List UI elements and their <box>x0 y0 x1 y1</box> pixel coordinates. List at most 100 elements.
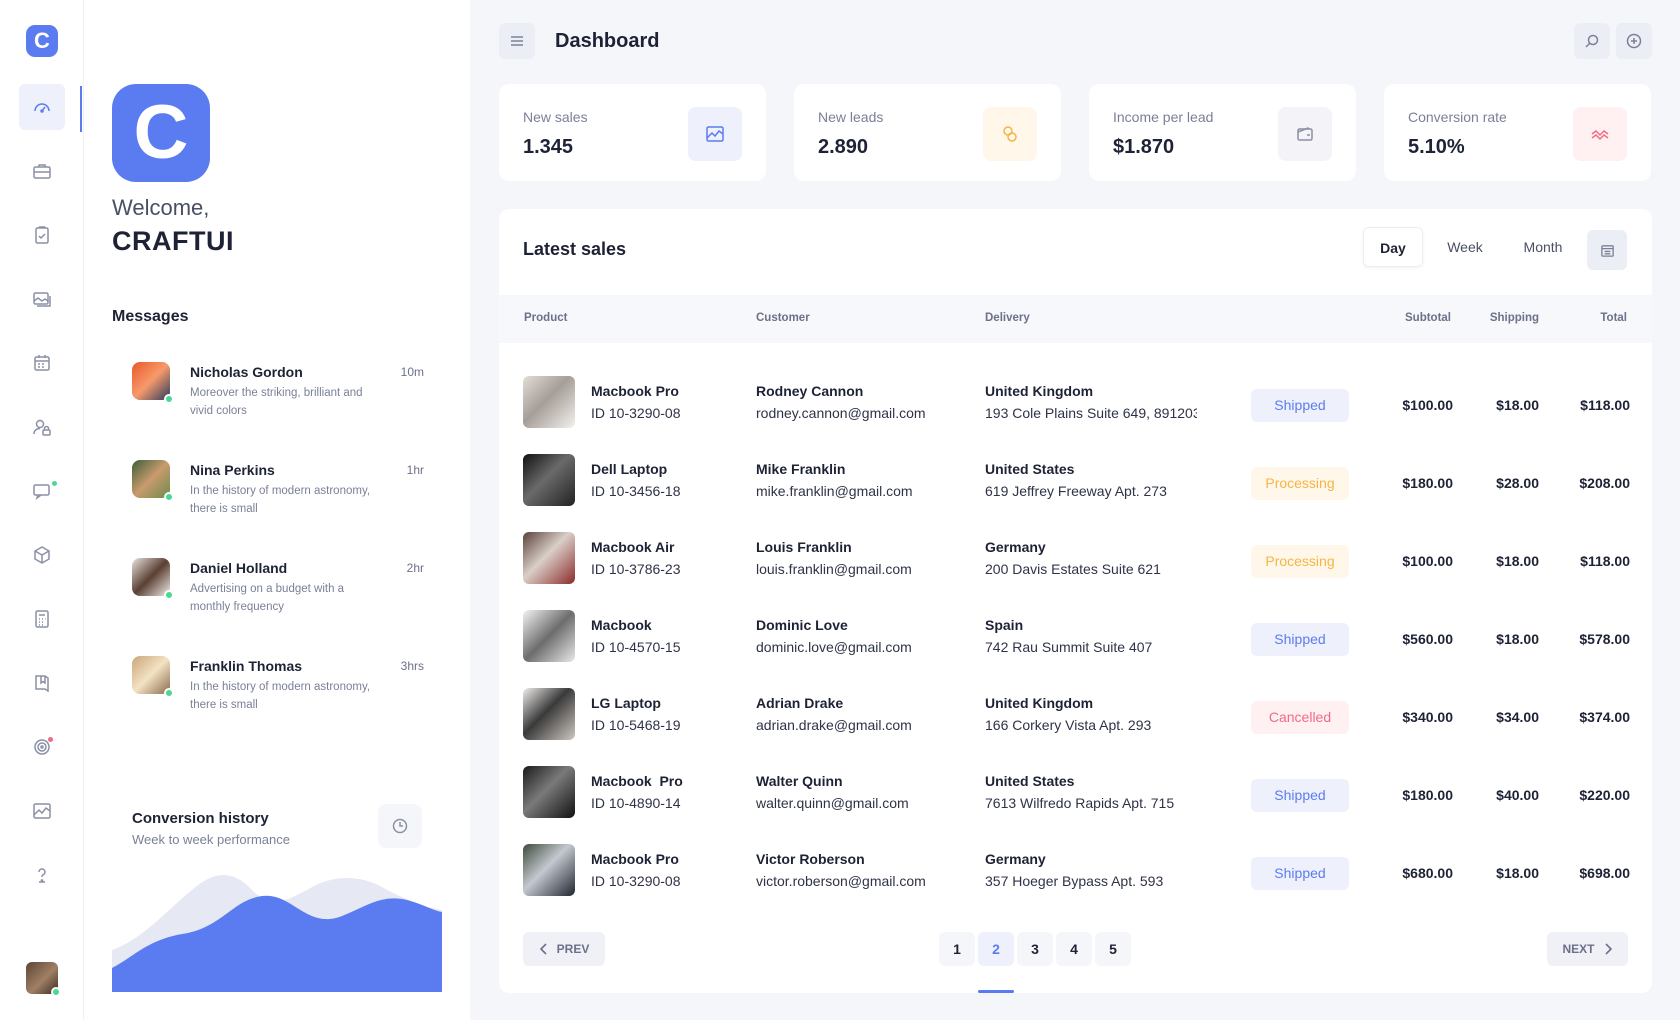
book-icon <box>35 675 49 693</box>
clock-icon <box>392 818 408 834</box>
page-button-4[interactable]: 4 <box>1056 932 1092 966</box>
column-header-product[interactable]: Product <box>524 312 567 324</box>
page-button-2[interactable]: 2 <box>978 932 1014 966</box>
date-picker-button[interactable] <box>1587 230 1627 270</box>
product-name: Macbook Pro <box>591 383 679 399</box>
add-button[interactable] <box>1616 23 1652 59</box>
period-tab-week[interactable]: Week <box>1433 227 1497 267</box>
table-row[interactable]: Dell Laptop ID 10-3456-18 Mike Franklin … <box>499 437 1652 515</box>
column-header-subtotal[interactable]: Subtotal <box>1405 312 1451 324</box>
column-header-delivery[interactable]: Delivery <box>985 312 1030 324</box>
stat-label: New leads <box>818 109 884 125</box>
page-button-3[interactable]: 3 <box>1017 932 1053 966</box>
stat-value: $1.870 <box>1113 136 1175 158</box>
conversion-history-chart <box>112 874 442 992</box>
table-row[interactable]: LG Laptop ID 10-5468-19 Adrian Drake adr… <box>499 671 1652 749</box>
message-item[interactable]: Nicholas Gordon 10m Moreover the strikin… <box>132 362 424 432</box>
message-item[interactable]: Nina Perkins 1hr In the history of moder… <box>132 460 424 530</box>
customer-email: walter.quinn@gmail.com <box>756 795 909 811</box>
total-value: $208.00 <box>1579 475 1630 491</box>
rail-item-analytics[interactable] <box>19 788 65 834</box>
gallery-icon <box>33 292 51 307</box>
rail-item-tasks[interactable] <box>19 212 65 258</box>
trend-icon <box>1591 130 1609 141</box>
chevron-right-icon <box>1604 943 1612 955</box>
rail-item-goals[interactable] <box>19 724 65 770</box>
stat-icon-box <box>1573 107 1627 161</box>
delivery-country: Germany <box>985 851 1046 867</box>
customer-email: adrian.drake@gmail.com <box>756 717 912 733</box>
stat-label: Income per lead <box>1113 109 1214 125</box>
rail-item-gallery[interactable] <box>19 276 65 322</box>
message-item[interactable]: Franklin Thomas 3hrs In the history of m… <box>132 656 424 726</box>
message-item[interactable]: Daniel Holland 2hr Advertising on a budg… <box>132 558 424 628</box>
delivery-address: 619 Jeffrey Freeway Apt. 273 <box>985 483 1167 499</box>
avatar <box>132 362 174 404</box>
table-row[interactable]: Macbook ID 10-4570-15 Dominic Love domin… <box>499 593 1652 671</box>
total-value: $698.00 <box>1579 865 1630 881</box>
customer-name: Mike Franklin <box>756 461 846 477</box>
table-row[interactable]: Macbook Pro ID 10-4890-14 Walter Quinn w… <box>499 749 1652 827</box>
rail-item-users[interactable] <box>19 404 65 450</box>
rail-item-products[interactable] <box>19 532 65 578</box>
menu-button[interactable] <box>499 23 535 59</box>
rail-item-docs[interactable] <box>19 660 65 706</box>
stat-card-conversion-rate: Conversion rate 5.10% <box>1384 84 1651 181</box>
stat-value: 5.10% <box>1408 136 1465 158</box>
period-tab-month[interactable]: Month <box>1503 227 1583 267</box>
delivery-address: 193 Cole Plains Suite 649, 891203 <box>985 405 1197 421</box>
period-tab-day[interactable]: Day <box>1363 227 1423 267</box>
online-status-dot <box>164 394 174 404</box>
calculator-icon <box>35 610 49 628</box>
goals-notification-dot <box>47 736 54 743</box>
search-button[interactable] <box>1574 23 1610 59</box>
shipping-value: $40.00 <box>1496 787 1539 803</box>
status-badge: Cancelled <box>1251 701 1349 734</box>
table-row[interactable]: Macbook Pro ID 10-3290-08 Victor Roberso… <box>499 827 1652 905</box>
column-header-customer[interactable]: Customer <box>756 312 810 324</box>
status-badge: Shipped <box>1251 389 1349 422</box>
stat-card-new-sales: New sales 1.345 <box>499 84 766 181</box>
avatar <box>132 656 174 698</box>
page-button-1[interactable]: 1 <box>939 932 975 966</box>
search-icon <box>1585 34 1599 48</box>
online-status-dot <box>164 590 174 600</box>
product-id: ID 10-4890-14 <box>591 795 681 811</box>
customer-name: Victor Roberson <box>756 851 865 867</box>
delivery-country: United States <box>985 461 1075 477</box>
rail-item-calculator[interactable] <box>19 596 65 642</box>
product-thumbnail <box>523 376 575 428</box>
delivery-address: 742 Rau Summit Suite 407 <box>985 639 1153 655</box>
rail-item-projects[interactable] <box>19 148 65 194</box>
page-button-5[interactable]: 5 <box>1095 932 1131 966</box>
delivery-address: 166 Corkery Vista Apt. 293 <box>985 717 1152 733</box>
table-row[interactable]: Macbook Pro ID 10-3290-08 Rodney Cannon … <box>499 359 1652 437</box>
rail-item-chat[interactable] <box>19 468 65 514</box>
hamburger-icon <box>511 36 523 46</box>
conversion-history-button[interactable] <box>378 804 422 848</box>
subtotal-value: $680.00 <box>1402 865 1453 881</box>
table-row[interactable]: Macbook Air ID 10-3786-23 Louis Franklin… <box>499 515 1652 593</box>
column-header-shipping[interactable]: Shipping <box>1490 312 1539 324</box>
customer-email: victor.roberson@gmail.com <box>756 873 926 889</box>
next-page-button[interactable]: NEXT <box>1547 932 1628 966</box>
app-logo[interactable]: C <box>26 25 58 57</box>
shipping-value: $18.00 <box>1496 865 1539 881</box>
user-avatar[interactable] <box>26 962 61 997</box>
chevron-left-icon <box>539 943 547 955</box>
plus-circle-icon <box>1626 33 1642 49</box>
rail-item-dashboard[interactable] <box>19 84 65 130</box>
rail-item-help[interactable] <box>19 852 65 898</box>
help-icon <box>38 868 46 883</box>
messages-heading: Messages <box>112 308 189 325</box>
calendar-icon <box>1600 244 1614 257</box>
stat-icon-box <box>983 107 1037 161</box>
stat-label: Conversion rate <box>1408 109 1507 125</box>
box-icon <box>34 546 50 564</box>
delivery-country: Spain <box>985 617 1024 633</box>
prev-page-button[interactable]: PREV <box>523 932 605 966</box>
rail-item-calendar[interactable] <box>19 340 65 386</box>
column-header-total[interactable]: Total <box>1600 312 1627 324</box>
product-thumbnail <box>523 610 575 662</box>
message-sender: Nicholas Gordon <box>190 364 303 380</box>
